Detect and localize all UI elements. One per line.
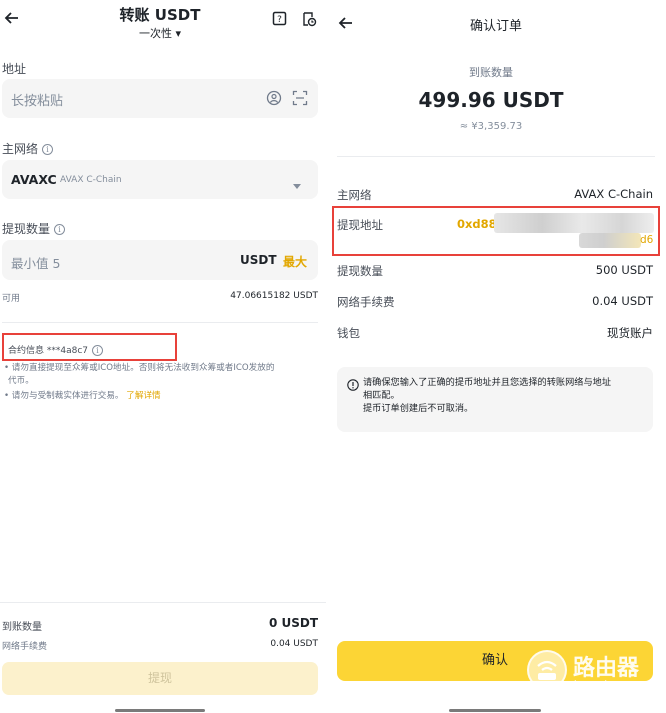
amount-value: 500 USDT [595,263,653,277]
receive-label: 到账数量 [2,622,42,633]
help-doc-icon[interactable]: ? [272,11,287,26]
network-value: AVAXC [11,172,57,187]
amount-label-text: 提现数量 [2,222,51,236]
address-blurred [494,213,654,233]
receive-value: 0 USDT [268,616,318,630]
wallet-label: 钱包 [337,326,360,340]
available-label: 可用 [2,294,21,304]
warning-notes: • 请勿直接提现至众筹或ICO地址。否则将无法收到众筹或者ICO发放的 代币。 … [4,362,322,403]
receive-fiat: ≈ ¥3,359.73 [459,121,523,132]
note-line: 代币。 [8,376,34,386]
contract-label: 合约信息 [8,346,45,356]
home-indicator [115,709,205,712]
receive-amount: 499.96 USDT [418,88,564,112]
note-text: • 请勿与受制裁实体进行交易。 [4,391,124,401]
home-indicator [449,709,541,712]
divider [2,322,318,323]
svg-text:?: ? [277,15,282,25]
network-label: 主网络 [337,188,372,202]
note-line: • 请勿与受制裁实体进行交易。 了解详情 [4,390,322,403]
network-value: AVAX C-Chain [574,187,653,201]
notice-box: 请确保您输入了正确的提币地址并且您选择的转账网络与地址 相匹配。 提币订单创建后… [337,367,653,432]
info-icon[interactable]: i [54,224,66,235]
amount-placeholder: 最小值 5 [11,256,61,271]
notice-line: 相匹配。 [363,390,400,401]
network-label: 主网络 i [2,140,54,157]
learn-more-link[interactable]: 了解详情 [126,391,160,401]
amount-label: 提现数量 [337,264,383,278]
info-icon[interactable]: i [42,144,54,155]
network-label-text: 主网络 [2,142,39,156]
max-button[interactable]: 最大 [283,253,307,270]
notice-text: 请确保您输入了正确的提币地址并且您选择的转账网络与地址 相匹配。 提币订单创建后… [363,376,651,415]
address-placeholder: 长按粘贴 [11,94,64,109]
withdraw-screen: 转账 USDT 一次性 ▾ ? 地址 长按粘贴 主网络 i AVAXC AVAX … [0,0,326,713]
note-line: • 请勿直接提现至众筹或ICO地址。否则将无法收到众筹或者ICO发放的 [4,363,275,373]
address-label: 地址 [2,62,27,76]
watermark: 路由器 luyouqi.com [527,646,659,698]
page-title: 转账 USDT [119,6,201,24]
address-label: 提现地址 [337,218,383,232]
warning-icon [347,376,359,391]
address-blurred [579,233,641,248]
back-arrow-icon[interactable] [338,15,354,31]
network-select[interactable]: AVAXC AVAX C-Chain [2,160,318,199]
fee-value: 0.04 USDT [270,639,318,649]
network-subtitle: AVAX C-Chain [60,175,122,185]
fee-label: 网络手续费 [2,642,48,652]
address-input[interactable]: 长按粘贴 [2,79,318,118]
address-book-icon[interactable] [266,90,282,106]
fee-value: 0.04 USDT [592,294,653,308]
address-suffix: d6 [640,234,654,246]
divider [337,156,655,157]
wallet-value: 现货账户 [607,326,653,340]
scan-qr-icon[interactable] [292,90,308,106]
contract-info[interactable]: 合约信息 ***4a8c7 i [8,343,104,356]
page-title: 确认订单 [469,19,522,34]
fee-label: 网络手续费 [337,295,395,309]
amount-input[interactable]: 最小值 5 USDT 最大 [2,240,318,280]
watermark-text: 路由器 [573,656,640,681]
divider [0,602,326,603]
caret-down-icon [292,176,302,189]
watermark-sub: luyouqi.com [574,680,630,690]
confirm-order-screen: 确认订单 到账数量 499.96 USDT ≈ ¥3,359.73 主网络 AV… [331,0,666,713]
available-value: 47.06615182 USDT [230,291,318,301]
receive-label: 到账数量 [469,66,513,79]
info-icon[interactable]: i [92,345,104,356]
mode-dropdown[interactable]: 一次性 ▾ [110,25,210,41]
back-arrow-icon[interactable] [4,10,20,26]
contract-value: ***4a8c7 [46,346,89,356]
notice-line: 提币订单创建后不可取消。 [363,403,474,414]
amount-unit: USDT [240,253,277,267]
notice-line: 请确保您输入了正确的提币地址并且您选择的转账网络与地址 [363,377,612,388]
history-icon[interactable] [301,11,317,27]
amount-label: 提现数量 i [2,220,66,237]
router-logo-icon [527,650,567,690]
withdraw-button[interactable]: 提现 [2,662,318,695]
